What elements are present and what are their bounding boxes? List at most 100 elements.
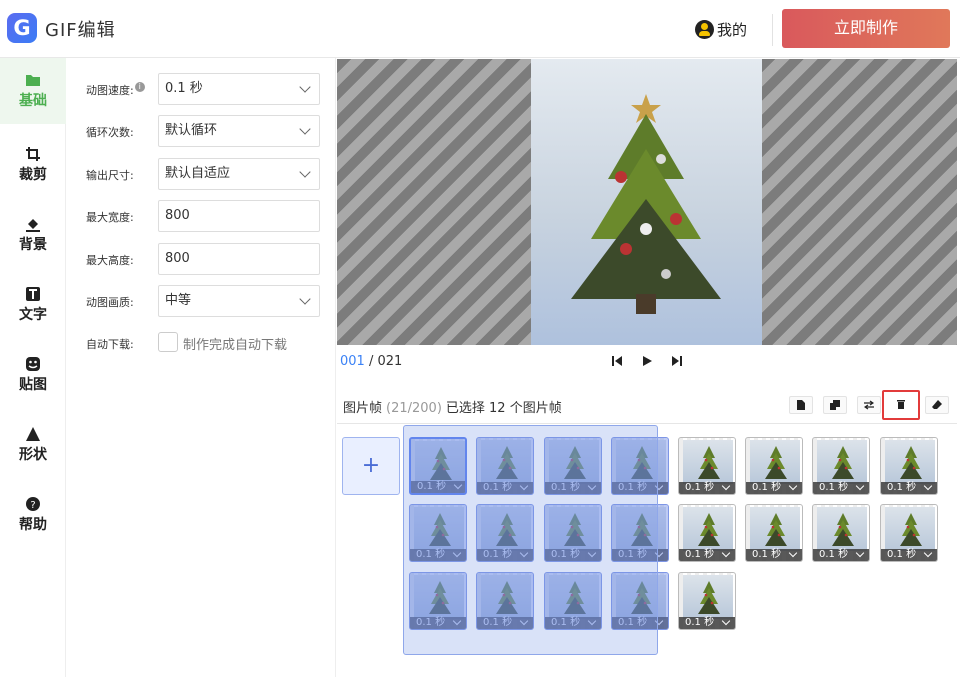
user-menu[interactable]: 我的: [695, 18, 747, 40]
nav-item-crop[interactable]: 裁剪: [0, 132, 66, 198]
frame-duration-select[interactable]: 0.1 秒: [746, 482, 802, 494]
max-height-input[interactable]: 800: [158, 243, 320, 275]
clear-frames-button[interactable]: [925, 396, 949, 414]
frame-duration-select[interactable]: 0.1 秒: [410, 617, 466, 629]
frame-duration-select[interactable]: 0.1 秒: [881, 482, 937, 494]
frame-thumbnail[interactable]: 0.1 秒: [611, 437, 669, 495]
christmas-tree-image: [564, 446, 586, 479]
christmas-tree-image: [900, 513, 922, 546]
frame-duration-select[interactable]: 0.1 秒: [746, 549, 802, 561]
chevron-down-icon: [299, 81, 311, 93]
frames-title: 图片帧 (21/200) 已选择 12 个图片帧: [343, 401, 562, 416]
nav-item-shape[interactable]: 形状: [0, 412, 66, 478]
frame-thumbnail[interactable]: 0.1 秒: [678, 572, 736, 630]
chevron-down-icon: [299, 166, 311, 178]
new-frame-button[interactable]: [789, 396, 813, 414]
frame-duration-select[interactable]: 0.1 秒: [545, 549, 601, 561]
text-icon: [26, 287, 40, 301]
app-title: GIF编辑: [45, 20, 116, 41]
settings-panel: 动图速度: i 0.1 秒 循环次数: 默认循环 输出尺寸: 默认自适应 最大宽度…: [66, 58, 336, 677]
next-frame-icon[interactable]: [670, 354, 684, 368]
preview-image: [531, 59, 762, 345]
svg-text:?: ?: [30, 500, 35, 511]
nav-label: 背景: [19, 237, 47, 253]
nav-item-sticker[interactable]: 贴图: [0, 342, 66, 408]
nav-item-basic[interactable]: 基础: [0, 58, 66, 124]
frame-duration-select[interactable]: 0.1 秒: [477, 617, 533, 629]
add-frame-button[interactable]: +: [342, 437, 400, 495]
frame-thumbnail[interactable]: 0.1 秒: [544, 437, 602, 495]
app-logo: G: [7, 13, 37, 43]
frame-duration-select[interactable]: 0.1 秒: [411, 481, 465, 493]
frame-image: [817, 507, 867, 551]
frame-thumbnail[interactable]: 0.1 秒: [745, 504, 803, 562]
info-icon[interactable]: i: [134, 82, 145, 92]
frame-thumbnail[interactable]: 0.1 秒: [409, 504, 467, 562]
frame-duration-select[interactable]: 0.1 秒: [612, 617, 668, 629]
christmas-tree-image: [832, 513, 854, 546]
max-width-input[interactable]: 800: [158, 200, 320, 232]
delete-frames-button[interactable]: [882, 390, 920, 420]
copy-frame-button[interactable]: [823, 396, 847, 414]
nav-item-text[interactable]: 文字: [0, 272, 66, 338]
frame-thumbnail[interactable]: 0.1 秒: [409, 572, 467, 630]
play-icon[interactable]: [640, 354, 654, 368]
auto-download-checkbox[interactable]: [158, 332, 178, 352]
frame-duration-select[interactable]: 0.1 秒: [410, 549, 466, 561]
frame-thumbnail[interactable]: 0.1 秒: [745, 437, 803, 495]
frame-image: [683, 440, 733, 484]
frame-image: [616, 440, 666, 484]
frame-duration-select[interactable]: 0.1 秒: [612, 549, 668, 561]
frame-duration-select[interactable]: 0.1 秒: [477, 482, 533, 494]
frame-duration-select[interactable]: 0.1 秒: [477, 549, 533, 561]
frame-thumbnail[interactable]: 0.1 秒: [611, 504, 669, 562]
frame-thumbnail[interactable]: 0.1 秒: [476, 504, 534, 562]
user-icon: [695, 19, 714, 39]
frame-image: [414, 575, 464, 619]
frame-thumbnail[interactable]: 0.1 秒: [409, 437, 467, 495]
paint-bucket-icon: [26, 219, 40, 232]
frame-thumbnail[interactable]: 0.1 秒: [678, 437, 736, 495]
max-width-label: 最大宽度:: [86, 211, 134, 224]
make-now-button[interactable]: 立即制作: [782, 9, 950, 48]
reverse-frames-button[interactable]: [857, 396, 881, 414]
frame-image: [481, 440, 531, 484]
quality-select[interactable]: 中等: [158, 285, 320, 317]
size-select[interactable]: 默认自适应: [158, 158, 320, 190]
christmas-tree-image: [698, 581, 720, 614]
frame-thumbnail[interactable]: 0.1 秒: [544, 572, 602, 630]
frame-thumbnail[interactable]: 0.1 秒: [611, 572, 669, 630]
nav-item-background[interactable]: 背景: [0, 202, 66, 268]
previous-frame-icon[interactable]: [610, 354, 624, 368]
copy-icon: [830, 400, 840, 410]
frame-duration-select[interactable]: 0.1 秒: [679, 549, 735, 561]
frame-thumbnail[interactable]: 0.1 秒: [678, 504, 736, 562]
frame-thumbnail[interactable]: 0.1 秒: [476, 437, 534, 495]
frame-image: [414, 507, 464, 551]
gif-preview: [337, 59, 957, 345]
christmas-tree-image: [571, 94, 721, 314]
frame-duration-select[interactable]: 0.1 秒: [813, 482, 869, 494]
frame-duration-select[interactable]: 0.1 秒: [545, 617, 601, 629]
frame-thumbnail[interactable]: 0.1 秒: [812, 504, 870, 562]
sticker-icon: [26, 357, 40, 371]
frame-thumbnail[interactable]: 0.1 秒: [476, 572, 534, 630]
chevron-down-icon: [299, 293, 311, 305]
frame-duration-select[interactable]: 0.1 秒: [679, 617, 735, 629]
frame-duration-select[interactable]: 0.1 秒: [881, 549, 937, 561]
frame-duration-select[interactable]: 0.1 秒: [545, 482, 601, 494]
christmas-tree-image: [765, 446, 787, 479]
frame-image: [549, 575, 599, 619]
frame-duration-select[interactable]: 0.1 秒: [679, 482, 735, 494]
frame-thumbnail[interactable]: 0.1 秒: [880, 437, 938, 495]
frame-thumbnail[interactable]: 0.1 秒: [812, 437, 870, 495]
loop-select[interactable]: 默认循环: [158, 115, 320, 147]
frame-counter: 001 / 021: [340, 354, 403, 369]
nav-item-help[interactable]: ? 帮助: [0, 482, 66, 548]
speed-select[interactable]: 0.1 秒: [158, 73, 320, 105]
frame-duration-select[interactable]: 0.1 秒: [813, 549, 869, 561]
frame-duration-select[interactable]: 0.1 秒: [612, 482, 668, 494]
frame-thumbnail[interactable]: 0.1 秒: [880, 504, 938, 562]
frame-thumbnail[interactable]: 0.1 秒: [544, 504, 602, 562]
nav-label: 基础: [19, 93, 47, 109]
